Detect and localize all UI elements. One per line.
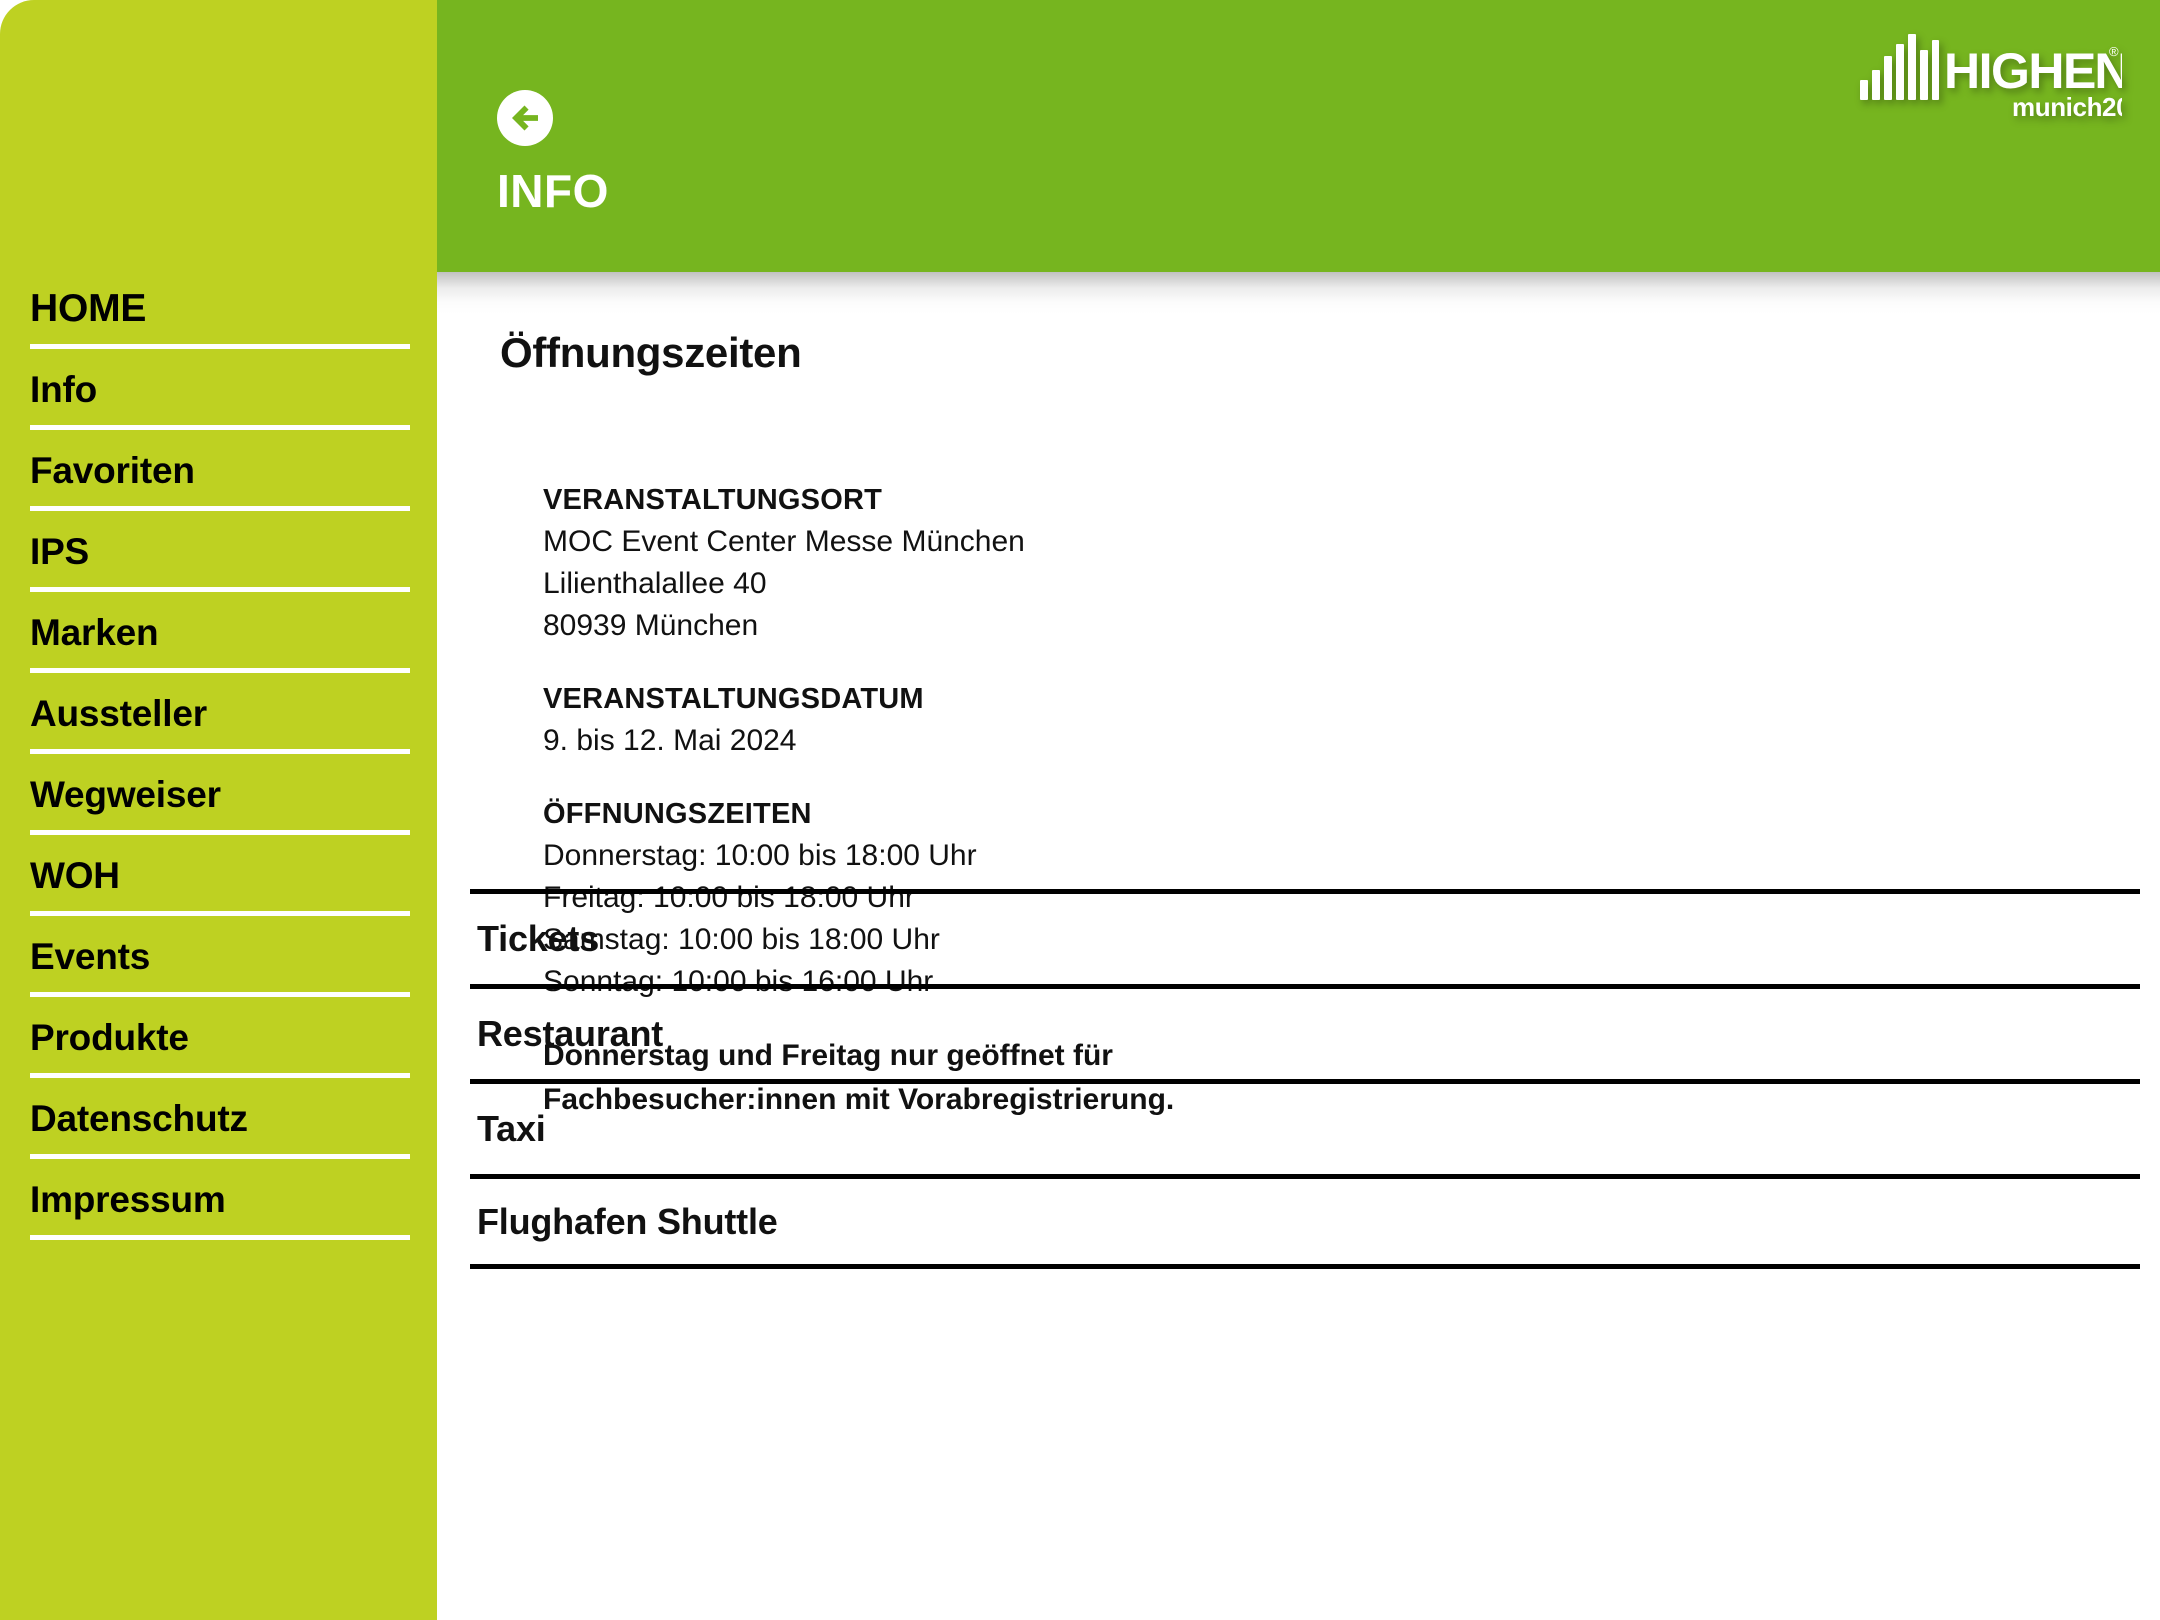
sidebar-item-list: HOME Info Favoriten IPS Marken Aussteller Wegw… xyxy=(0,268,437,1240)
sidebar-navigation: HOME Info Favoriten IPS Marken Aussteller Wegw… xyxy=(0,0,437,1620)
sidebar-item-woh[interactable]: WOH xyxy=(0,835,437,916)
svg-text:®: ® xyxy=(2109,44,2119,59)
accordion-item-label: Flughafen Shuttle xyxy=(477,1200,778,1242)
accordion-list: Tickets Restaurant Taxi Flughafen Shuttle xyxy=(470,889,2140,1269)
info-block-title: ÖFFNUNGSZEITEN xyxy=(543,798,812,830)
accordion-item-taxi[interactable]: Taxi xyxy=(470,1079,2140,1174)
sidebar-item-label: Impressum xyxy=(30,1179,226,1220)
high-end-munich-logo: HIGHEND ® munich2024 xyxy=(1860,30,2160,122)
info-block-title: VERANSTALTUNGSORT xyxy=(543,484,883,516)
sidebar-item-datenschutz[interactable]: Datenschutz xyxy=(0,1078,437,1159)
back-arrow-circle-icon xyxy=(497,90,553,146)
sidebar-item-label: HOME xyxy=(30,287,147,330)
page-title: INFO xyxy=(497,165,609,217)
sidebar-item-produkte[interactable]: Produkte xyxy=(0,997,437,1078)
sidebar-item-label: Aussteller xyxy=(30,693,207,734)
sidebar-item-ips[interactable]: IPS xyxy=(0,511,437,592)
svg-text:munich2024: munich2024 xyxy=(2012,92,2122,122)
sidebar-item-label: Marken xyxy=(30,612,159,653)
info-block-title: VERANSTALTUNGSDATUM xyxy=(543,683,924,715)
accordion-item-label: Tickets xyxy=(477,918,600,959)
equalizer-bars-icon: HIGHEND ® munich2024 xyxy=(1860,34,2160,122)
page-header: INFO HIGHEND ® munich2024 xyxy=(437,0,2160,272)
info-block-line: Donnerstag: 10:00 bis 18:00 Uhr xyxy=(543,839,977,872)
sidebar-item-label: Wegweiser xyxy=(30,774,221,815)
sidebar-item-info[interactable]: Info xyxy=(0,349,437,430)
accordion-item-label: Restaurant xyxy=(477,1013,664,1054)
sidebar-divider xyxy=(30,1235,410,1240)
sidebar-item-aussteller[interactable]: Aussteller xyxy=(0,673,437,754)
sidebar-item-label: IPS xyxy=(30,531,90,572)
accordion-item-flughafen-shuttle[interactable]: Flughafen Shuttle xyxy=(470,1174,2140,1269)
sidebar-item-label: Produkte xyxy=(30,1017,189,1058)
sidebar-item-events[interactable]: Events xyxy=(0,916,437,997)
sidebar-item-label: Datenschutz xyxy=(30,1098,248,1139)
info-block-line: 9. bis 12. Mai 2024 xyxy=(543,724,797,757)
sidebar-item-label: Favoriten xyxy=(30,450,195,491)
sidebar-item-label: WOH xyxy=(30,855,120,896)
main-content: Öffnungszeiten VERANSTALTUNGSORT MOC Even… xyxy=(437,272,2160,1620)
content-heading: Öffnungszeiten xyxy=(500,329,802,376)
accordion-item-tickets[interactable]: Tickets xyxy=(470,889,2140,984)
sidebar-item-home[interactable]: HOME xyxy=(0,268,437,349)
back-button[interactable] xyxy=(497,90,553,146)
sidebar-item-impressum[interactable]: Impressum xyxy=(0,1159,437,1240)
svg-text:HIGHEND: HIGHEND xyxy=(1944,43,2122,99)
info-block-line: MOC Event Center Messe München xyxy=(543,525,1025,558)
sidebar-item-label: Events xyxy=(30,936,151,977)
sidebar-item-wegweiser[interactable]: Wegweiser xyxy=(0,754,437,835)
info-block-line: Lilienthalallee 40 xyxy=(543,567,767,600)
accordion-item-label: Taxi xyxy=(477,1108,546,1149)
info-block-line: 80939 München xyxy=(543,609,759,642)
sidebar-item-favoriten[interactable]: Favoriten xyxy=(0,430,437,511)
accordion-item-restaurant[interactable]: Restaurant xyxy=(470,984,2140,1079)
sidebar-item-marken[interactable]: Marken xyxy=(0,592,437,673)
sidebar-item-label: Info xyxy=(30,369,98,410)
